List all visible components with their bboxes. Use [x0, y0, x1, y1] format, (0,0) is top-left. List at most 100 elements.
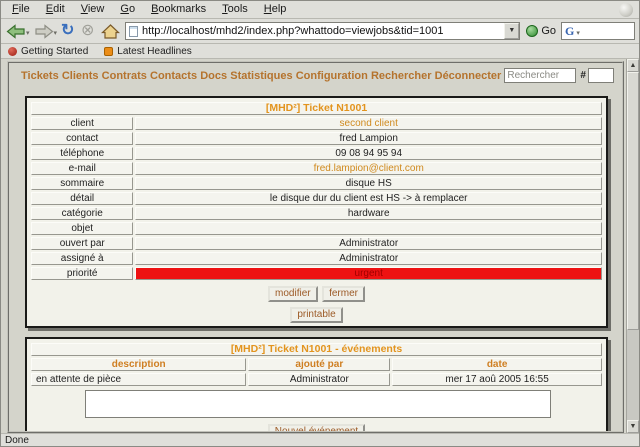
row-label: détail	[31, 192, 134, 205]
table-row: ouvert par Administrator	[31, 237, 602, 250]
nav-tickets[interactable]: Tickets	[21, 70, 59, 82]
row-value: disque HS	[135, 177, 602, 190]
reload-button[interactable]: ↻	[60, 22, 80, 40]
throbber-icon	[619, 2, 633, 17]
table-row: client second client	[31, 117, 602, 130]
row-value: 09 08 94 95 94	[135, 147, 602, 160]
nav-contrats[interactable]: Contrats	[102, 70, 147, 82]
forward-dropdown-icon[interactable]: ▾	[54, 29, 58, 37]
table-row: sommaire disque HS	[31, 177, 602, 190]
web-search-input[interactable]	[583, 25, 624, 37]
ticket-number-label: #	[580, 70, 586, 81]
row-label: sommaire	[31, 177, 134, 190]
status-bar: Done	[1, 433, 639, 446]
menu-bookmarks[interactable]: Bookmarks	[143, 2, 214, 17]
nav-contacts[interactable]: Contacts	[150, 70, 197, 82]
vertical-scrollbar[interactable]: ▲ ▼	[626, 59, 639, 433]
table-row: assigné à Administrator	[31, 252, 602, 265]
row-value: Administrator	[135, 237, 602, 250]
ticket-title: [MHD²] Ticket N1001	[31, 102, 602, 115]
menu-tools[interactable]: Tools	[214, 2, 256, 17]
search-engine-dropdown-icon[interactable]: ▾	[576, 29, 580, 37]
address-url[interactable]: http://localhost/mhd2/index.php?whattodo…	[142, 25, 504, 37]
ticket-detail-box: [MHD²] Ticket N1001 client second client …	[25, 96, 608, 328]
event-row: en attente de pièce Administrator mer 17…	[31, 373, 602, 386]
row-label: e-mail	[31, 162, 134, 175]
forward-button[interactable]: ▾	[33, 22, 61, 41]
page-frame: Tickets Clients Contrats Contacts Docs S…	[7, 61, 624, 433]
ticket-number-input[interactable]	[587, 68, 614, 83]
back-button[interactable]: ▾	[5, 22, 33, 41]
address-bar[interactable]: http://localhost/mhd2/index.php?whattodo…	[125, 22, 521, 40]
menu-edit[interactable]: Edit	[38, 2, 73, 17]
email-link[interactable]: fred.lampion@client.com	[135, 162, 602, 175]
priority-value: urgent	[135, 267, 602, 280]
menu-bar: File Edit View Go Bookmarks Tools Help	[1, 1, 639, 19]
new-event-textarea[interactable]	[85, 390, 551, 418]
go-icon	[526, 25, 539, 37]
home-button[interactable]	[100, 22, 121, 41]
bookmark-getting-started[interactable]: Getting Started	[8, 46, 88, 57]
navigation-toolbar: ▾ ▾ ↻ ⊗ http://localhost/mhd2/index.php?…	[1, 19, 639, 44]
table-row: objet	[31, 222, 602, 235]
printable-button[interactable]: printable	[290, 307, 343, 323]
table-row: téléphone 09 08 94 95 94	[31, 147, 602, 160]
menu-go[interactable]: Go	[112, 2, 143, 17]
content-viewport: Tickets Clients Contrats Contacts Docs S…	[1, 59, 639, 433]
table-row: détail le disque dur du client est HS -> …	[31, 192, 602, 205]
modify-button[interactable]: modifier	[268, 286, 318, 302]
ticket-detail-table: [MHD²] Ticket N1001 client second client …	[29, 100, 604, 282]
back-dropdown-icon[interactable]: ▾	[26, 29, 30, 37]
close-ticket-button[interactable]: fermer	[322, 286, 365, 302]
bookmark-latest-headlines[interactable]: Latest Headlines	[104, 46, 192, 57]
events-actions: Nouvel événement	[29, 420, 604, 431]
row-value: fred Lampion	[135, 132, 602, 145]
row-value: hardware	[135, 207, 602, 220]
scroll-down-icon[interactable]: ▼	[627, 420, 639, 433]
go-button[interactable]: Go	[524, 25, 561, 37]
site-navigation: Tickets Clients Contrats Contacts Docs S…	[9, 63, 622, 87]
nav-rechercher[interactable]: Rechercher	[371, 70, 432, 82]
google-logo-icon: G	[565, 23, 575, 38]
home-icon	[101, 23, 121, 39]
events-table: [MHD²] Ticket N1001 - événements descrip…	[29, 341, 604, 388]
browser-window: File Edit View Go Bookmarks Tools Help ▾…	[0, 0, 640, 447]
row-label: contact	[31, 132, 134, 145]
row-label: priorité	[31, 267, 134, 280]
event-added-by: Administrator	[248, 373, 391, 386]
address-dropdown-icon[interactable]: ▼	[504, 23, 520, 39]
scrollbar-thumb[interactable]	[627, 72, 639, 330]
web-page: Tickets Clients Contrats Contacts Docs S…	[1, 59, 626, 433]
table-row: priorité urgent	[31, 267, 602, 280]
menu-view[interactable]: View	[73, 2, 113, 17]
menu-help[interactable]: Help	[256, 2, 295, 17]
back-arrow-icon	[6, 23, 25, 39]
web-search-box[interactable]: G ▾	[561, 22, 635, 40]
menu-file[interactable]: File	[4, 2, 38, 17]
scrollbar-track[interactable]	[627, 330, 639, 420]
stop-button[interactable]: ⊗	[80, 22, 100, 40]
nav-configuration[interactable]: Configuration	[296, 70, 368, 82]
client-link[interactable]: second client	[135, 117, 602, 130]
column-date: date	[392, 358, 602, 371]
ticket-actions: modifier fermer	[29, 282, 604, 303]
new-event-button[interactable]: Nouvel événement	[267, 424, 366, 431]
events-header-row: description ajouté par date	[31, 358, 602, 371]
live-bookmark-icon	[104, 46, 114, 56]
event-description: en attente de pièce	[31, 373, 247, 386]
row-label: objet	[31, 222, 134, 235]
row-label: assigné à	[31, 252, 134, 265]
nav-docs[interactable]: Docs	[200, 70, 227, 82]
row-value: Administrator	[135, 252, 602, 265]
nav-statistiques[interactable]: Statistiques	[230, 70, 292, 82]
nav-clients[interactable]: Clients	[62, 70, 99, 82]
scroll-up-icon[interactable]: ▲	[627, 59, 639, 72]
bookmarks-toolbar: Getting Started Latest Headlines	[1, 44, 639, 59]
site-search-input[interactable]	[504, 68, 577, 83]
events-title: [MHD²] Ticket N1001 - événements	[31, 343, 602, 356]
forward-arrow-icon	[34, 23, 53, 39]
row-value	[135, 222, 602, 235]
row-value: le disque dur du client est HS -> à remp…	[135, 192, 602, 205]
nav-deconnecter[interactable]: Déconnecter	[435, 70, 502, 82]
bookmark-icon	[8, 46, 17, 56]
